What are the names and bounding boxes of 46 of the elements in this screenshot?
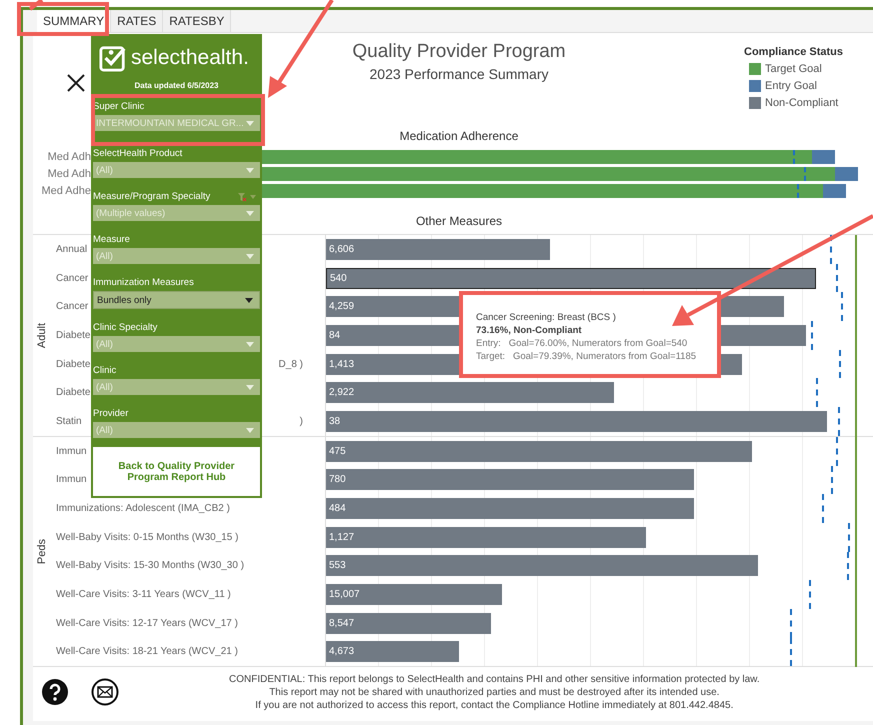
tooltip-line: Entry: Goal=76.00%, Numerators from Goal=540 <box>476 337 688 350</box>
report-title: Quality Provider Program <box>351 41 567 63</box>
row-label: Well-Baby Visits: 15-30 Months (W30_30 ) <box>56 560 244 572</box>
legend-label: Non-Compliant <box>765 96 838 108</box>
row-label: Annual <box>56 244 88 255</box>
filter-label: Immunization Measures <box>93 277 194 288</box>
row-label: D_8 ) <box>278 358 303 370</box>
row-label: Immun <box>56 474 87 486</box>
logo-text: selecthealth. <box>131 46 249 70</box>
filter-label: SelectHealth Product <box>93 148 182 159</box>
filter-label: Clinic Specialty <box>93 322 158 333</box>
row-label: Cancer <box>56 301 88 312</box>
filter-label: Clinic <box>93 365 116 376</box>
disclaimer-text: This report may not be shared with unauthorized parties and must be destroyed after its intended use. <box>268 686 720 699</box>
group-label: Adult <box>36 322 48 348</box>
legend-title: Compliance Status <box>744 46 844 58</box>
row-label: Well-Care Visits: 3-11 Years (WCV_11 ) <box>56 589 231 600</box>
row-label: ) <box>300 416 303 427</box>
tooltip-line: Target: Goal=79.39%, Numerators from Goal=1185 <box>476 350 698 363</box>
row-label: Statin <box>56 416 82 427</box>
row-label: Med Adh <box>46 151 91 163</box>
legend-label: Entry Goal <box>765 80 817 92</box>
row-label: Diabete <box>56 358 90 370</box>
row-label: Immunizations: Adolescent (IMA_CB2 ) <box>56 503 230 514</box>
report-subtitle: 2023 Performance Summary <box>368 66 550 82</box>
row-label: Immun <box>56 446 87 457</box>
row-label: Med Adhe <box>40 185 91 197</box>
filter-label: Provider <box>93 408 128 419</box>
row-label: Diabete <box>56 387 90 398</box>
row-label: Cancer <box>56 272 88 284</box>
group-label: Peds <box>36 539 48 564</box>
filter-label: Measure <box>93 234 130 245</box>
tooltip-line: Cancer Screening: Breast (BCS ) <box>476 311 617 324</box>
row-label: Well-Baby Visits: 0-15 Months (W30_15 ) <box>56 532 238 543</box>
row-label: Med Adh <box>46 168 91 180</box>
row-label: Diabete <box>56 330 90 341</box>
disclaimer-text: CONFIDENTIAL: This report belongs to SelectHealth and contains PHI and other sensitive information protected by law. <box>229 672 760 686</box>
chart-title: Other Measures <box>416 213 502 230</box>
tooltip-line: 73.16%, Non-Compliant <box>476 324 583 337</box>
updated-text: Data updated 6/5/2023 <box>133 81 220 90</box>
row-label: Well-Care Visits: 18-21 Years (WCV_21 ) <box>56 646 238 658</box>
chart-title: Medication Adherence <box>400 128 518 145</box>
row-label: Well-Care Visits: 12-17 Years (WCV_17 ) <box>56 618 238 629</box>
legend-label: Target Goal <box>765 62 822 74</box>
filter-label: Measure/Program Specialty <box>93 191 210 202</box>
disclaimer-text: If you are not authorized to access this report, contact the Compliance Hotline immediately at 801.442.4845. <box>254 698 734 712</box>
